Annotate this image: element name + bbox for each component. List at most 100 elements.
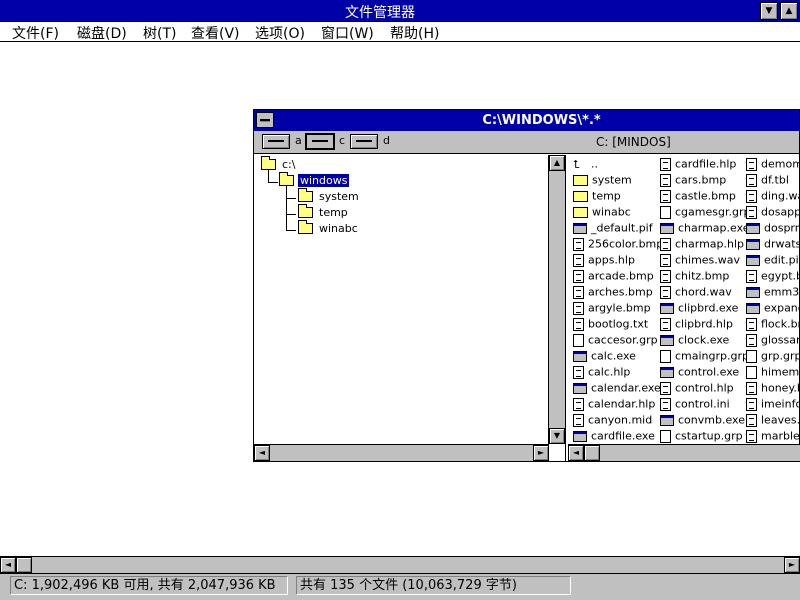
document-icon — [746, 189, 757, 203]
file-list-pane[interactable]: ⮤.. system temp winabc _default.pif 256color.… — [568, 155, 800, 462]
file-item[interactable]: expand — [746, 301, 800, 317]
file-item[interactable]: cardfile.hlp — [660, 157, 736, 173]
file-item[interactable]: apps.hlp — [573, 253, 635, 269]
tree-horizontal-scrollbar[interactable]: ◄ ► — [254, 444, 549, 461]
file-item[interactable]: honey.b — [746, 381, 800, 397]
file-item[interactable]: chord.wav — [660, 285, 732, 301]
scroll-left-button[interactable]: ◄ — [568, 445, 584, 461]
file-list-horizontal-scrollbar[interactable]: ◄ — [568, 444, 800, 461]
file-item[interactable]: _default.pif — [573, 221, 653, 237]
file-item[interactable]: himem.s — [746, 365, 800, 381]
file-item[interactable]: caccesor.grp — [573, 333, 658, 349]
file-item[interactable]: castle.bmp — [660, 189, 736, 205]
program-icon — [660, 366, 674, 378]
tree-node-system[interactable]: system — [298, 187, 361, 205]
system-menu-icon[interactable] — [256, 112, 274, 128]
scroll-thumb[interactable] — [16, 557, 32, 573]
file-item[interactable]: arches.bmp — [573, 285, 653, 301]
file-item[interactable]: temp — [573, 189, 621, 205]
file-item[interactable]: cmaingrp.grp — [660, 349, 749, 365]
file-item[interactable]: calendar.hlp — [573, 397, 655, 413]
document-icon — [660, 285, 671, 299]
directory-tree-pane[interactable]: c:\ windows system temp winabc ▲ ▼ ◄ ► — [254, 155, 566, 462]
file-item[interactable]: edit.pif — [746, 253, 800, 269]
file-name: castle.bmp — [675, 189, 736, 203]
file-item[interactable]: system — [573, 173, 632, 189]
file-item[interactable]: bootlog.txt — [573, 317, 648, 333]
file-item[interactable]: egypt.b — [746, 269, 800, 285]
file-name: cstartup.grp — [675, 429, 743, 443]
menu-window[interactable]: 窗口(W) — [321, 23, 374, 43]
file-item[interactable]: cars.bmp — [660, 173, 726, 189]
file-name: dosprm — [764, 221, 800, 235]
file-item[interactable]: arcade.bmp — [573, 269, 654, 285]
program-icon — [660, 334, 674, 346]
scroll-up-button[interactable]: ▲ — [549, 155, 565, 171]
file-item[interactable]: argyle.bmp — [573, 301, 651, 317]
main-horizontal-scrollbar[interactable]: ◄ ► — [0, 556, 800, 574]
file-item[interactable]: cardfile.exe — [573, 429, 655, 445]
file-item[interactable]: charmap.hlp — [660, 237, 744, 253]
scroll-right-button[interactable]: ► — [533, 445, 549, 461]
file-item[interactable]: dosapp — [746, 205, 800, 221]
file-item[interactable]: clipbrd.exe — [660, 301, 738, 317]
directory-window-title-bar[interactable]: C:\WINDOWS\*.* — [254, 110, 799, 131]
file-item[interactable]: winabc — [573, 205, 631, 221]
file-name: .. — [591, 157, 598, 171]
file-item[interactable]: cgamesgr.grp — [660, 205, 750, 221]
menu-options[interactable]: 选项(O) — [255, 23, 305, 43]
file-item[interactable]: grp.grp — [746, 349, 800, 365]
file-item[interactable]: cstartup.grp — [660, 429, 743, 445]
file-item[interactable]: flock.bn — [746, 317, 800, 333]
file-item[interactable]: calendar.exe — [573, 381, 661, 397]
file-name: arcade.bmp — [588, 269, 654, 283]
file-item[interactable]: drwatsc — [746, 237, 800, 253]
menu-help[interactable]: 帮助(H) — [390, 23, 439, 43]
file-item[interactable]: charmap.exe — [660, 221, 750, 237]
file-item[interactable]: calc.hlp — [573, 365, 630, 381]
file-item[interactable]: marble. — [746, 429, 800, 445]
file-item[interactable]: calc.exe — [573, 349, 636, 365]
file-item[interactable]: canyon.mid — [573, 413, 652, 429]
program-icon — [746, 238, 760, 250]
file-item[interactable]: ⮤.. — [573, 157, 598, 173]
tree-node-winabc[interactable]: winabc — [298, 219, 360, 237]
scroll-left-button[interactable]: ◄ — [0, 557, 16, 573]
file-item[interactable]: imeinfo — [746, 397, 800, 413]
file-item[interactable]: chimes.wav — [660, 253, 740, 269]
scroll-thumb[interactable] — [584, 445, 600, 461]
maximize-button[interactable]: ▲ — [780, 2, 798, 20]
menu-file[interactable]: 文件(F) — [12, 23, 59, 43]
scroll-right-button[interactable]: ► — [784, 557, 800, 573]
file-icon — [746, 365, 757, 379]
file-item[interactable]: demom — [746, 157, 800, 173]
scroll-left-button[interactable]: ◄ — [254, 445, 270, 461]
menu-tree[interactable]: 树(T) — [143, 23, 176, 43]
file-item[interactable]: glossar — [746, 333, 800, 349]
file-item[interactable]: control.hlp — [660, 381, 734, 397]
file-item[interactable]: clipbrd.hlp — [660, 317, 733, 333]
file-item[interactable]: emm38 — [746, 285, 800, 301]
directory-window[interactable]: C:\WINDOWS\*.* a c d C: [MINDOS] c:\ win… — [253, 109, 800, 462]
scroll-down-button[interactable]: ▼ — [549, 428, 565, 444]
menu-view[interactable]: 查看(V) — [191, 23, 240, 43]
tree-node-windows[interactable]: windows — [279, 171, 350, 189]
document-icon — [660, 253, 671, 267]
file-item[interactable]: chitz.bmp — [660, 269, 729, 285]
file-item[interactable]: dosprm — [746, 221, 800, 237]
file-item[interactable]: 256color.bmp — [573, 237, 663, 253]
tree-node-label: winabc — [319, 221, 358, 235]
file-item[interactable]: convmb.exe — [660, 413, 745, 429]
file-item[interactable]: df.tbl — [746, 173, 789, 189]
drive-c-label: c — [339, 134, 346, 147]
file-item[interactable]: control.exe — [660, 365, 739, 381]
file-item[interactable]: control.ini — [660, 397, 730, 413]
tree-vertical-scrollbar[interactable]: ▲ ▼ — [548, 155, 565, 444]
file-item[interactable]: ding.wa — [746, 189, 800, 205]
app-title-bar[interactable]: 文件管理器 ▼ ▲ — [0, 0, 800, 22]
menu-disk[interactable]: 磁盘(D) — [77, 23, 127, 43]
minimize-button[interactable]: ▼ — [760, 2, 778, 20]
file-item[interactable]: clock.exe — [660, 333, 729, 349]
file-item[interactable]: leaves. — [746, 413, 800, 429]
file-name: convmb.exe — [678, 413, 745, 427]
